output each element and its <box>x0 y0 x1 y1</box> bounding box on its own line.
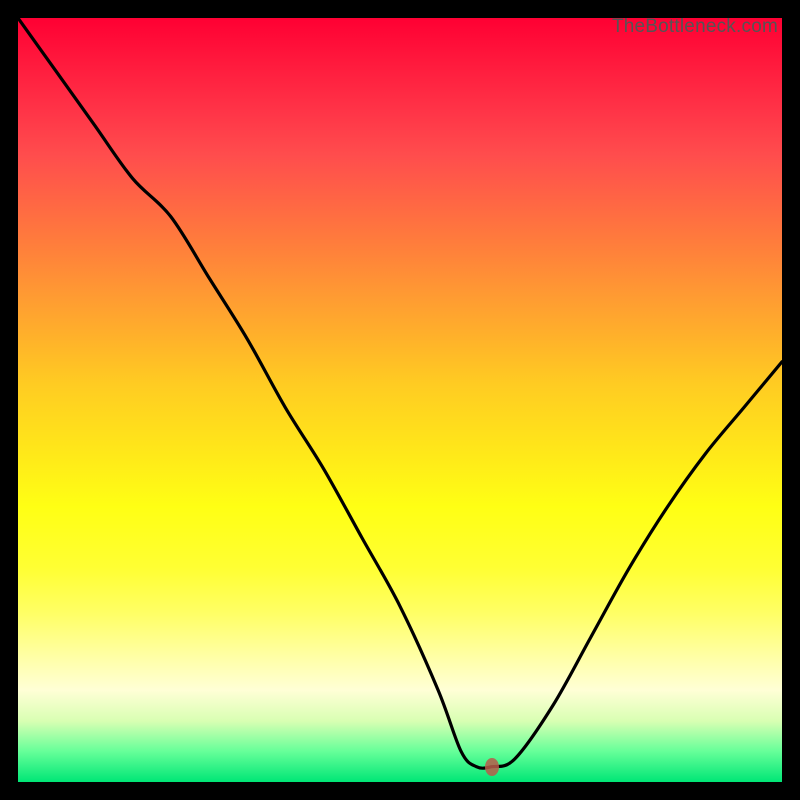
attribution-label: TheBottleneck.com <box>612 16 778 38</box>
heat-gradient-background <box>18 18 782 782</box>
chart-frame: TheBottleneck.com <box>18 18 782 782</box>
optimal-marker <box>485 758 499 776</box>
